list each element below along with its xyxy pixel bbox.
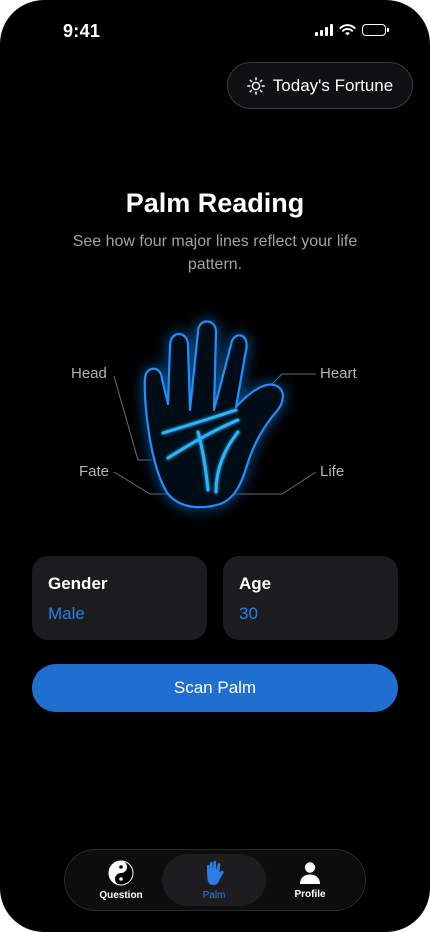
tab-question[interactable]: Question [69, 854, 173, 906]
gender-label: Gender [48, 574, 108, 593]
page-title: Palm Reading [125, 188, 305, 218]
person-icon [300, 861, 320, 884]
gender-card[interactable]: Gender Male [32, 556, 207, 640]
palm-line-label-fate: Fate [79, 463, 110, 480]
palm-line-label-heart: Heart [320, 365, 357, 382]
age-value: 30 [239, 604, 258, 623]
wifi-icon [339, 24, 356, 36]
tab-palm-label: Palm [202, 889, 226, 901]
tab-profile[interactable]: Profile [258, 854, 362, 906]
tab-bar: Question Palm Profile [64, 849, 366, 911]
status-time: 9:41 [63, 21, 101, 41]
palm-line-label-head: Head [71, 365, 107, 382]
palm-line-label-life: Life [320, 463, 345, 480]
scan-palm-button[interactable]: Scan Palm [32, 664, 398, 712]
todays-fortune-label: Today's Fortune [272, 75, 394, 95]
page-subtitle: See how four major lines reflect your li… [72, 233, 358, 273]
hand-icon [207, 860, 224, 885]
yin-yang-icon [108, 860, 134, 885]
palm-illustration: Head Heart Fate Life [0, 300, 430, 530]
cellular-signal-icon [315, 24, 333, 36]
sun-icon [246, 76, 265, 95]
palm-hand-graphic [113, 320, 317, 509]
age-label: Age [239, 574, 272, 593]
tab-palm[interactable]: Palm [162, 854, 266, 906]
battery-icon [362, 24, 389, 36]
tab-profile-label: Profile [294, 888, 326, 900]
status-icons [315, 24, 389, 36]
phone-screen: 9:41 Today's Fortune Palm Reading See ho… [0, 0, 430, 932]
tab-question-label: Question [99, 889, 143, 901]
todays-fortune-button[interactable]: Today's Fortune [227, 62, 413, 109]
status-bar: 9:41 [0, 0, 430, 60]
age-card[interactable]: Age 30 [223, 556, 398, 640]
gender-value: Male [48, 604, 85, 623]
